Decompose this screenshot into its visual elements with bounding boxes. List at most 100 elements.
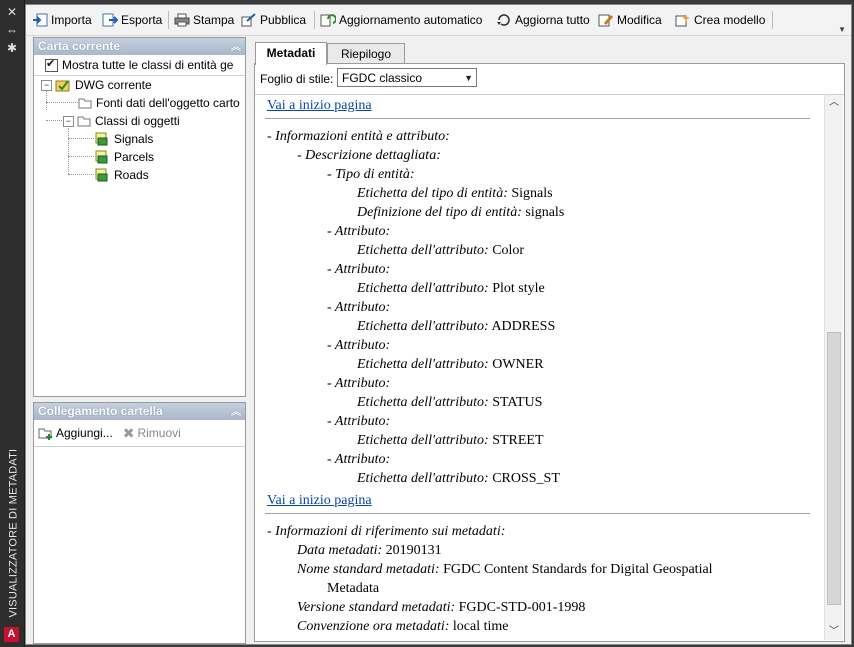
- publish-button[interactable]: Pubblica: [241, 11, 306, 29]
- metadata-time-convention-row: Convenzione ora metadati: local time: [297, 619, 509, 634]
- folder-link-panel: Collegamento cartella ︽ Aggiungi... ✖ Ri…: [33, 402, 246, 644]
- collapse-icon[interactable]: ︽: [231, 404, 241, 421]
- print-label: Stampa: [193, 13, 235, 27]
- add-folder-button[interactable]: Aggiungi...: [38, 426, 113, 440]
- attribute-row: Etichetta dell'attributo: ADDRESS: [357, 319, 556, 334]
- tree-node-signals[interactable]: Signals: [94, 130, 153, 148]
- tree-node-roads[interactable]: Roads: [94, 166, 149, 184]
- export-icon: [102, 13, 118, 27]
- attribute-heading: - Attributo:: [327, 300, 391, 315]
- current-map-header[interactable]: Carta corrente ︽: [34, 38, 245, 55]
- collapse-node-icon[interactable]: −: [63, 115, 74, 127]
- properties-icon[interactable]: ✱: [5, 42, 19, 54]
- import-button[interactable]: Importa: [32, 11, 92, 29]
- tree-node-parcels[interactable]: Parcels: [94, 148, 154, 166]
- attribute-heading: - Attributo:: [327, 452, 391, 467]
- edit-button[interactable]: Modifica: [598, 11, 662, 29]
- current-map-panel: Carta corrente ︽ Mostra tutte le classi …: [33, 37, 246, 397]
- import-label: Importa: [51, 13, 92, 27]
- attribute-row: Etichetta dell'attributo: Plot style: [357, 281, 545, 296]
- attribute-heading: - Attributo:: [327, 414, 391, 429]
- divider: [265, 118, 810, 119]
- back-to-top-link[interactable]: Vai a inizio pagina: [267, 492, 372, 510]
- stylesheet-value: FGDC classico: [342, 71, 423, 85]
- collapse-icon[interactable]: ︽: [231, 39, 241, 56]
- refresh-icon: [497, 14, 510, 26]
- tree-label: DWG corrente: [75, 78, 152, 92]
- print-button[interactable]: Stampa: [174, 11, 234, 29]
- scroll-thumb[interactable]: [827, 332, 841, 605]
- scroll-down-icon[interactable]: ﹀: [825, 624, 843, 640]
- folder-link-header[interactable]: Collegamento cartella ︽: [34, 403, 245, 420]
- tree-label: Roads: [114, 168, 149, 182]
- auto-hide-icon[interactable]: ⇔: [5, 24, 19, 36]
- attribute-heading: - Attributo:: [327, 376, 391, 391]
- close-icon[interactable]: ✕: [5, 6, 19, 18]
- remove-button[interactable]: ✖ Rimuovi: [123, 425, 181, 442]
- folder-icon: [78, 98, 92, 109]
- import-icon: [33, 13, 48, 27]
- metadata-date-row: Data metadati: 20190131: [297, 543, 442, 558]
- entity-definition-row: Definizione del tipo di entità: signals: [357, 205, 565, 220]
- back-to-top-link[interactable]: Vai a inizio pagina: [267, 97, 372, 115]
- stylesheet-label: Foglio di stile:: [260, 72, 334, 86]
- checkbox-icon[interactable]: [45, 57, 58, 72]
- toolbar-overflow-icon[interactable]: ▼: [838, 25, 846, 34]
- tab-riepilogo[interactable]: Riepilogo: [327, 43, 405, 64]
- attribute-row: Etichetta dell'attributo: STATUS: [357, 395, 543, 410]
- remove-icon: ✖: [122, 424, 135, 441]
- edit-label: Modifica: [617, 13, 662, 27]
- dwg-icon: [55, 80, 70, 92]
- section-metadata-reference: - Informazioni di riferimento sui metada…: [267, 524, 506, 539]
- feature-class-icon: [95, 132, 108, 146]
- feature-class-icon: [95, 168, 108, 182]
- publish-label: Pubblica: [260, 13, 307, 27]
- refresh-all-button[interactable]: Aggiorna tutto: [496, 11, 590, 29]
- add-folder-label: Aggiungi...: [56, 426, 113, 440]
- current-map-title: Carta corrente: [38, 39, 121, 53]
- create-template-icon: [675, 14, 690, 27]
- tree-node-dwg-corrente[interactable]: − DWG corrente: [41, 76, 152, 94]
- tree-node-fonti[interactable]: Fonti dati dell'oggetto carto: [78, 94, 240, 112]
- tree-label: Classi di oggetti: [95, 114, 180, 128]
- auto-update-icon: [320, 14, 336, 27]
- create-template-label: Crea modello: [694, 13, 766, 27]
- folder-link-title: Collegamento cartella: [38, 404, 163, 418]
- tab-content: Foglio di stile: FGDC classico ▼ Vai a i…: [254, 63, 845, 642]
- export-button[interactable]: Esporta: [102, 11, 162, 29]
- collapse-node-icon[interactable]: −: [41, 79, 52, 91]
- tree-node-classi[interactable]: − Classi di oggetti: [63, 112, 180, 130]
- toolbar-divider: [772, 11, 773, 29]
- folder-link-toolbar: Aggiungi... ✖ Rimuovi: [34, 420, 245, 447]
- show-all-classes-label: Mostra tutte le classi di entità ge: [62, 58, 234, 72]
- auto-update-button[interactable]: Aggiornamento automatico: [320, 11, 482, 29]
- chevron-down-icon: ▼: [464, 73, 473, 83]
- vertical-scrollbar[interactable]: ︿ ﹀: [824, 95, 843, 640]
- attribute-row: Etichetta dell'attributo: OWNER: [357, 357, 544, 372]
- attribute-row: Etichetta dell'attributo: Color: [357, 243, 525, 258]
- edit-icon: [598, 14, 614, 27]
- feature-class-icon: [95, 150, 108, 164]
- add-folder-icon: [38, 428, 52, 440]
- metadata-pane: Metadati Riepilogo Foglio di stile: FGDC…: [254, 41, 845, 642]
- folder-icon: [77, 116, 91, 127]
- main-area: Importa Esporta Stampa Pubblica Aggiorna…: [25, 4, 852, 645]
- show-all-classes-checkbox[interactable]: Mostra tutte le classi di entità ge: [34, 55, 245, 76]
- attribute-heading: - Attributo:: [327, 338, 391, 353]
- metadata-standard-version-row: Versione standard metadati: FGDC-STD-001…: [297, 600, 586, 615]
- create-template-button[interactable]: Crea modello: [675, 11, 765, 29]
- section-entity-attribute: - Informazioni entità e attributo:: [267, 129, 450, 144]
- refresh-all-label: Aggiorna tutto: [515, 13, 590, 27]
- tab-metadati[interactable]: Metadati: [255, 42, 327, 65]
- autocad-logo: A: [4, 627, 19, 642]
- palette-title: VISUALIZZATORE DI METADATI: [7, 448, 20, 618]
- metadata-standard-name-cont: Metadata: [327, 581, 380, 596]
- export-label: Esporta: [121, 13, 163, 27]
- attribute-row: Etichetta dell'attributo: STREET: [357, 433, 544, 448]
- printer-icon: [174, 13, 190, 27]
- stylesheet-select[interactable]: FGDC classico ▼: [337, 68, 477, 87]
- tree-label: Parcels: [114, 150, 155, 164]
- scroll-up-icon[interactable]: ︿: [825, 95, 843, 111]
- toolbar: Importa Esporta Stampa Pubblica Aggiorna…: [26, 5, 851, 36]
- auto-update-label: Aggiornamento automatico: [339, 13, 483, 27]
